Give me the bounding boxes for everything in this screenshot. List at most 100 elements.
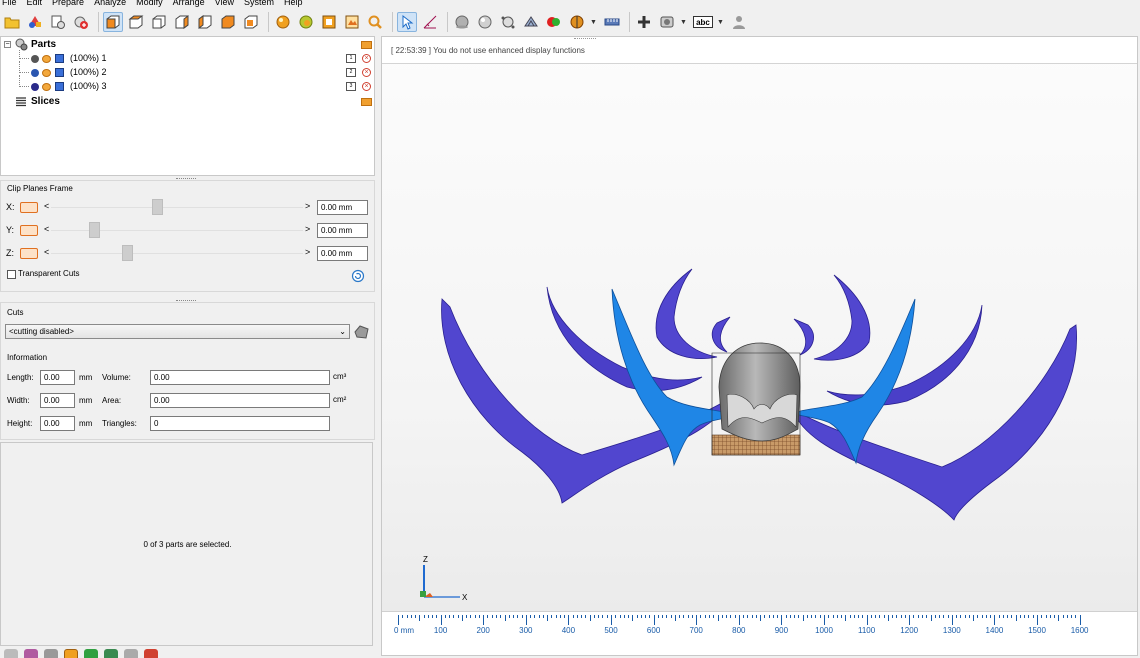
clip-value-input[interactable]: 0.00 mm (317, 223, 368, 238)
area-field[interactable]: 0.00 (150, 393, 330, 408)
menu-view[interactable]: View (215, 0, 234, 8)
volume-field[interactable]: 0.00 (150, 370, 330, 385)
menu-system[interactable]: System (244, 0, 274, 8)
settings-icon[interactable] (4, 649, 18, 658)
view-iso-icon[interactable] (241, 12, 261, 32)
label-icon[interactable]: abc (692, 12, 714, 32)
view-right-icon[interactable] (172, 12, 192, 32)
shading-icon[interactable] (273, 12, 293, 32)
select-icon[interactable] (397, 12, 417, 32)
leaf-icon[interactable] (104, 649, 118, 658)
clip-value-input[interactable]: 0.00 mm (317, 200, 368, 215)
gear-icon[interactable] (124, 649, 138, 658)
chevron-down-icon[interactable]: ▼ (590, 19, 598, 26)
menu-file[interactable]: File (2, 0, 17, 8)
add-part-icon[interactable] (71, 12, 91, 32)
collapse-icon[interactable]: − (4, 41, 11, 48)
decrease-button[interactable]: < (44, 224, 49, 234)
part-box-icon[interactable]: 3 (346, 82, 356, 91)
ruler-icon[interactable] (602, 12, 622, 32)
view-all-icon[interactable] (319, 12, 339, 32)
menu-modify[interactable]: Modify (136, 0, 163, 8)
mesh-icon[interactable] (521, 12, 541, 32)
clip-plane-icon[interactable] (20, 202, 38, 213)
horn-top-left[interactable] (655, 268, 718, 359)
highlight-icon[interactable] (64, 649, 78, 658)
fit-view-icon[interactable] (342, 12, 362, 32)
tree-row-part[interactable]: (100%) 2 2 × (1, 61, 376, 80)
part-box-icon[interactable]: 2 (346, 68, 356, 77)
menu-arrange[interactable]: Arrange (173, 0, 205, 8)
view-back-icon[interactable] (126, 12, 146, 32)
length-field[interactable]: 0.00 (40, 370, 75, 385)
slider-track[interactable] (51, 207, 303, 208)
scene-canvas[interactable]: Z X (382, 37, 1137, 611)
view-front-icon[interactable] (103, 12, 123, 32)
visibility-icon[interactable] (42, 69, 51, 77)
clip-plane-icon[interactable] (20, 225, 38, 236)
slider-thumb[interactable] (88, 222, 100, 238)
chevron-down-icon[interactable]: ▼ (717, 19, 725, 26)
remove-icon[interactable]: × (362, 54, 371, 63)
remove-icon[interactable]: × (362, 68, 371, 77)
decrease-button[interactable]: < (44, 247, 49, 257)
slider-thumb[interactable] (121, 245, 133, 261)
user-icon[interactable] (729, 12, 749, 32)
sphere-outline-icon[interactable] (475, 12, 495, 32)
part-box-icon[interactable]: 1 (346, 54, 356, 63)
horn-outer-left[interactable] (441, 298, 733, 504)
import-part-icon[interactable] (25, 12, 45, 32)
tree-row-parts[interactable]: − Parts (1, 38, 376, 52)
slider-track[interactable] (51, 253, 303, 254)
visibility-icon[interactable] (42, 83, 51, 91)
increase-button[interactable]: > (305, 224, 310, 234)
horn-inner-left[interactable] (711, 316, 731, 353)
3d-viewport[interactable]: [ 22:53:39 ] You do not use enhanced dis… (381, 36, 1138, 656)
add-icon[interactable] (634, 12, 654, 32)
points-icon[interactable] (498, 12, 518, 32)
remove-icon[interactable]: × (362, 82, 371, 91)
part-icon[interactable] (24, 649, 38, 658)
menu-help[interactable]: Help (284, 0, 303, 8)
tool-icon[interactable] (44, 649, 58, 658)
width-field[interactable]: 0.00 (40, 393, 75, 408)
calendar-icon[interactable] (144, 649, 158, 658)
zoom-icon[interactable] (365, 12, 385, 32)
triangles-field[interactable]: 0 (150, 416, 330, 431)
tree-row-part[interactable]: (100%) 1 1 × (1, 50, 376, 66)
cuts-dropdown[interactable]: <cutting disabled> ⌄ (5, 324, 350, 339)
vertical-splitter[interactable] (376, 36, 380, 658)
decrease-button[interactable]: < (44, 201, 49, 211)
height-field[interactable]: 0.00 (40, 416, 75, 431)
tree-row-part[interactable]: (100%) 3 3 × (1, 75, 376, 94)
menu-analyze[interactable]: Analyze (94, 0, 126, 8)
cut-tool-icon[interactable] (353, 323, 370, 340)
menu-edit[interactable]: Edit (27, 0, 43, 8)
clip-value-input[interactable]: 0.00 mm (317, 246, 368, 261)
view-top-icon[interactable] (195, 12, 215, 32)
view-bottom-icon[interactable] (218, 12, 238, 32)
part-properties-icon[interactable] (48, 12, 68, 32)
color-icon[interactable] (544, 12, 564, 32)
chevron-down-icon[interactable]: ▼ (680, 19, 688, 26)
increase-button[interactable]: > (305, 201, 310, 211)
view-left-icon[interactable] (149, 12, 169, 32)
globe-icon[interactable] (84, 649, 98, 658)
tree-row-slices[interactable]: Slices (1, 95, 376, 109)
measure-icon[interactable] (420, 12, 440, 32)
section-icon[interactable] (567, 12, 587, 32)
sphere-icon[interactable] (452, 12, 472, 32)
helmet[interactable] (718, 342, 801, 442)
visibility-icon[interactable] (42, 55, 51, 63)
increase-button[interactable]: > (305, 247, 310, 257)
snapshot-icon[interactable] (657, 12, 677, 32)
folder-icon[interactable] (361, 98, 372, 106)
horn-inner-right[interactable] (793, 318, 814, 356)
wireframe-icon[interactable] (296, 12, 316, 32)
reset-icon[interactable] (351, 269, 365, 283)
slider-thumb[interactable] (151, 199, 163, 215)
menu-prepare[interactable]: Prepare (52, 0, 84, 8)
clip-plane-icon[interactable] (20, 248, 38, 259)
horn-top-right[interactable] (813, 274, 871, 361)
transparent-cuts-checkbox[interactable] (7, 270, 16, 279)
